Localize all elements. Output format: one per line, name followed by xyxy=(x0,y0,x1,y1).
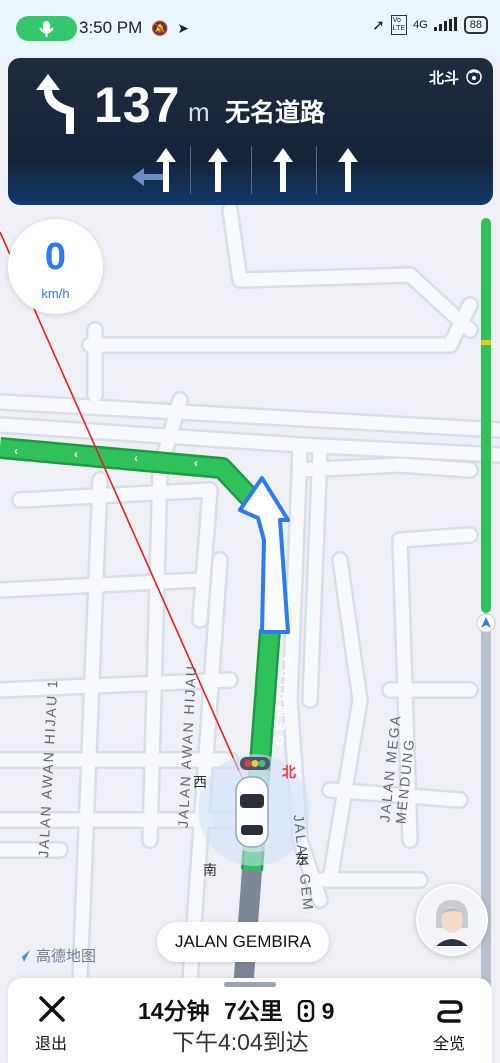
trip-duration: 14分钟 xyxy=(138,998,210,1024)
route-progress-bar xyxy=(481,218,491,993)
positioning-label: 北斗 xyxy=(428,70,459,87)
exit-label: 退出 xyxy=(35,1036,68,1053)
car-icon xyxy=(235,776,269,848)
svg-text:‹: ‹ xyxy=(194,456,198,470)
avatar-icon xyxy=(418,886,486,954)
amap-logo-icon xyxy=(16,949,30,962)
trip-distance: 7公里 xyxy=(223,998,283,1024)
exit-button[interactable]: 退出 xyxy=(26,986,78,1058)
volte-icon: Vo LTE xyxy=(390,15,408,35)
voice-assistant-avatar[interactable] xyxy=(416,884,488,956)
lane-straight-icon xyxy=(338,148,358,192)
bottom-trip-panel: 退出 14分钟 7公里 9 下午4:04到达 全览 xyxy=(8,978,492,1063)
svg-text:‹: ‹ xyxy=(134,451,138,465)
maneuver-distance: 137 xyxy=(94,77,181,133)
speed-unit: km/h xyxy=(41,286,70,301)
close-icon xyxy=(39,996,65,1022)
overview-button[interactable]: 全览 xyxy=(424,986,476,1058)
status-time: 3:50 PM 🔕 ➤ xyxy=(79,18,189,37)
overview-label: 全览 xyxy=(433,1036,466,1053)
maneuver-distance-unit: m xyxy=(188,97,210,127)
location-icon: ➚ xyxy=(372,17,385,34)
compass-north: 北 xyxy=(282,764,296,780)
satellite-icon xyxy=(466,69,482,85)
silent-icon: 🔕 xyxy=(151,20,169,36)
speed-value: 0 xyxy=(44,236,67,278)
voice-pill[interactable] xyxy=(16,16,77,41)
telegram-icon: ➤ xyxy=(177,20,189,36)
network-label: 4G xyxy=(413,19,428,31)
navigation-instruction-card[interactable]: 137 m 无名道路 北斗 xyxy=(8,58,493,205)
current-position-marker-icon xyxy=(476,613,496,633)
traffic-light-count-icon xyxy=(297,999,315,1023)
traffic-light-icon xyxy=(240,757,270,770)
svg-text:‹: ‹ xyxy=(74,447,78,461)
compass-west: 西 xyxy=(193,774,207,790)
microphone-icon xyxy=(39,21,54,37)
next-road-name: 无名道路 xyxy=(225,99,326,127)
trip-summary: 14分钟 7公里 9 xyxy=(138,992,334,1026)
speedometer: 0 km/h xyxy=(8,219,103,314)
compass-east: 东 xyxy=(295,851,309,867)
lane-straight-icon xyxy=(273,148,293,192)
current-street-label: JALAN GEMBIRA xyxy=(157,922,330,962)
map-brand: 高德地图 xyxy=(14,945,96,966)
drag-handle[interactable] xyxy=(224,982,276,987)
signal-icon xyxy=(433,16,458,34)
traffic-light-count: 9 xyxy=(321,998,335,1024)
status-bar: 3:50 PM 🔕 ➤ ➚ Vo LTE 4G 88 xyxy=(0,0,500,56)
svg-text:‹: ‹ xyxy=(14,444,18,458)
lane-straight-icon xyxy=(156,148,176,192)
arrival-time: 下午4:04到达 xyxy=(172,1029,309,1055)
battery-icon: 88 xyxy=(463,16,488,34)
status-icons: ➚ Vo LTE 4G 88 xyxy=(372,15,488,35)
lane-straight-icon xyxy=(208,148,228,192)
compass-south: 南 xyxy=(203,862,217,878)
route-overview-icon xyxy=(437,1000,463,1023)
turn-left-icon xyxy=(36,74,74,134)
